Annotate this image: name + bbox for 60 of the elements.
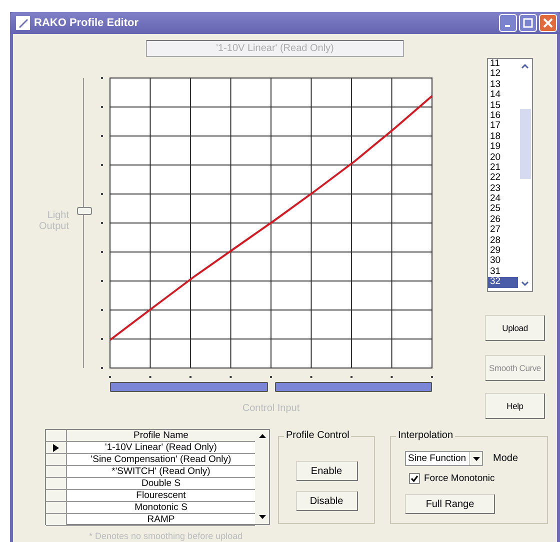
window-title: RAKO Profile Editor (34, 17, 139, 29)
list-item[interactable]: 20 (488, 152, 518, 163)
row-pointer-icon (53, 444, 59, 452)
list-item[interactable]: 16 (488, 110, 518, 122)
range-bar[interactable] (274, 382, 432, 392)
scroll-down-icon[interactable] (258, 515, 266, 520)
scroll-thumb[interactable] (520, 109, 530, 179)
action-button[interactable]: Help (485, 393, 545, 419)
list-item[interactable]: 23 (488, 184, 518, 194)
list-item[interactable]: 32 (488, 277, 518, 288)
dropdown-arrow-icon (472, 456, 480, 460)
list-item[interactable]: 25 (488, 204, 518, 215)
table-cell[interactable]: Double S (67, 478, 255, 489)
point-list[interactable]: 11 12 13 14 15 16 17 18 19 20 21 22 23 24 25 26 27 28 29 30 31 32 (487, 58, 533, 292)
force-monotonic-checkbox[interactable]: Force Monotonic (409, 473, 547, 484)
list-item[interactable]: 11 (488, 59, 518, 70)
field-label: Mode (493, 453, 518, 464)
list-item[interactable]: 19 (488, 142, 518, 153)
list-item[interactable]: 18 (488, 132, 518, 142)
list-item[interactable]: 17 (488, 121, 518, 132)
action-button[interactable]: Upload (485, 315, 545, 341)
list-item[interactable]: 29 (488, 246, 518, 256)
close-icon (543, 18, 553, 28)
table-cell[interactable]: '1-10V Linear' (Read Only) (67, 442, 255, 453)
close-button[interactable] (539, 14, 557, 32)
row-header[interactable] (46, 442, 67, 453)
list-item[interactable]: 27 (488, 225, 518, 236)
scroll-up-icon[interactable] (521, 63, 529, 69)
scroll-up-icon[interactable] (258, 434, 266, 439)
table-cell[interactable]: 'Sine Compensation' (Read Only) (67, 454, 255, 465)
pencil-icon (16, 16, 30, 30)
scrollbar[interactable] (255, 430, 269, 524)
table-cell[interactable]: Monotonic S (67, 502, 255, 513)
scroll-down-icon[interactable] (521, 281, 529, 287)
list-item[interactable]: 12 (488, 69, 518, 80)
list-item[interactable]: 24 (488, 194, 518, 204)
group-title: Interpolation (396, 430, 456, 442)
list-item[interactable]: 21 (488, 162, 518, 174)
action-button[interactable]: Enable (296, 461, 358, 481)
mode-dropdown[interactable]: Sine Function (405, 451, 483, 466)
maximize-button[interactable] (519, 14, 537, 32)
range-bar[interactable] (110, 382, 268, 392)
check-icon (411, 475, 418, 482)
slider-thumb[interactable] (77, 207, 92, 216)
action-button[interactable]: Disable (296, 491, 358, 511)
list-item[interactable]: 14 (488, 90, 518, 101)
maximize-icon (523, 18, 533, 28)
table-cell[interactable]: *'SWITCH' (Read Only) (67, 466, 255, 477)
list-item[interactable]: 15 (488, 100, 518, 111)
table-cell[interactable]: Flourescent (67, 490, 255, 501)
column-header[interactable]: Profile Name (67, 430, 255, 441)
table-cell[interactable]: RAMP (67, 514, 255, 525)
action-button[interactable]: Full Range (405, 494, 495, 514)
list-item[interactable]: 30 (488, 256, 518, 267)
list-item[interactable]: 22 (488, 173, 518, 184)
list-item[interactable]: 13 (488, 80, 518, 90)
list-item[interactable]: 31 (488, 266, 518, 278)
list-item[interactable]: 26 (488, 214, 518, 226)
minimize-button[interactable] (499, 14, 517, 32)
list-item[interactable]: 28 (488, 236, 518, 246)
